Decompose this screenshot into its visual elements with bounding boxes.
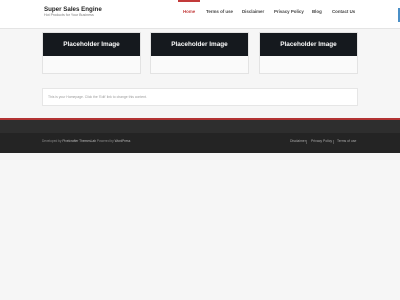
placeholder-image-3[interactable]: Placeholder Image (260, 33, 357, 56)
nav-item-disclaimer[interactable]: Disclaimer (242, 0, 264, 28)
footer-bottom-bar (0, 133, 400, 153)
credits-middle: Powered by (96, 139, 115, 143)
feature-card-1: Placeholder Image (42, 32, 141, 74)
credits-author-link[interactable]: Pixelcrafter ThemesLab (62, 139, 96, 143)
nav-item-contact-us[interactable]: Contact Us (332, 0, 355, 28)
site-header: Super Sales Engine Hot Products for Your… (0, 0, 400, 29)
placeholder-image-1[interactable]: Placeholder Image (43, 33, 140, 56)
nav-item-terms-of-use[interactable]: Terms of use (206, 0, 233, 28)
nav-item-home[interactable]: Home (177, 0, 201, 28)
footer-link-privacy-policy[interactable]: Privacy Policy (311, 139, 332, 143)
credits-prefix: Developed by (42, 139, 63, 143)
footer-separator (306, 140, 307, 144)
homepage-notice: This is your Homepage. Click the 'Edit' … (42, 88, 358, 106)
footer-link-terms-of-use[interactable]: Terms of use (337, 139, 356, 143)
nav-item-privacy-policy[interactable]: Privacy Policy (274, 0, 304, 28)
feature-card-3: Placeholder Image (259, 32, 358, 74)
footer-link-disclaimer[interactable]: Disclaimer (290, 139, 306, 143)
credits-platform-link[interactable]: WordPress (115, 139, 131, 143)
placeholder-image-2[interactable]: Placeholder Image (151, 33, 248, 56)
footer-separator (333, 140, 334, 144)
feature-card-2: Placeholder Image (150, 32, 249, 74)
nav-item-blog[interactable]: Blog (312, 0, 322, 28)
footer-credits: Developed by Pixelcrafter ThemesLab Powe… (42, 139, 130, 143)
main-nav: Home Terms of use Disclaimer Privacy Pol… (0, 0, 400, 28)
homepage-notice-text: This is your Homepage. Click the 'Edit' … (48, 95, 147, 99)
